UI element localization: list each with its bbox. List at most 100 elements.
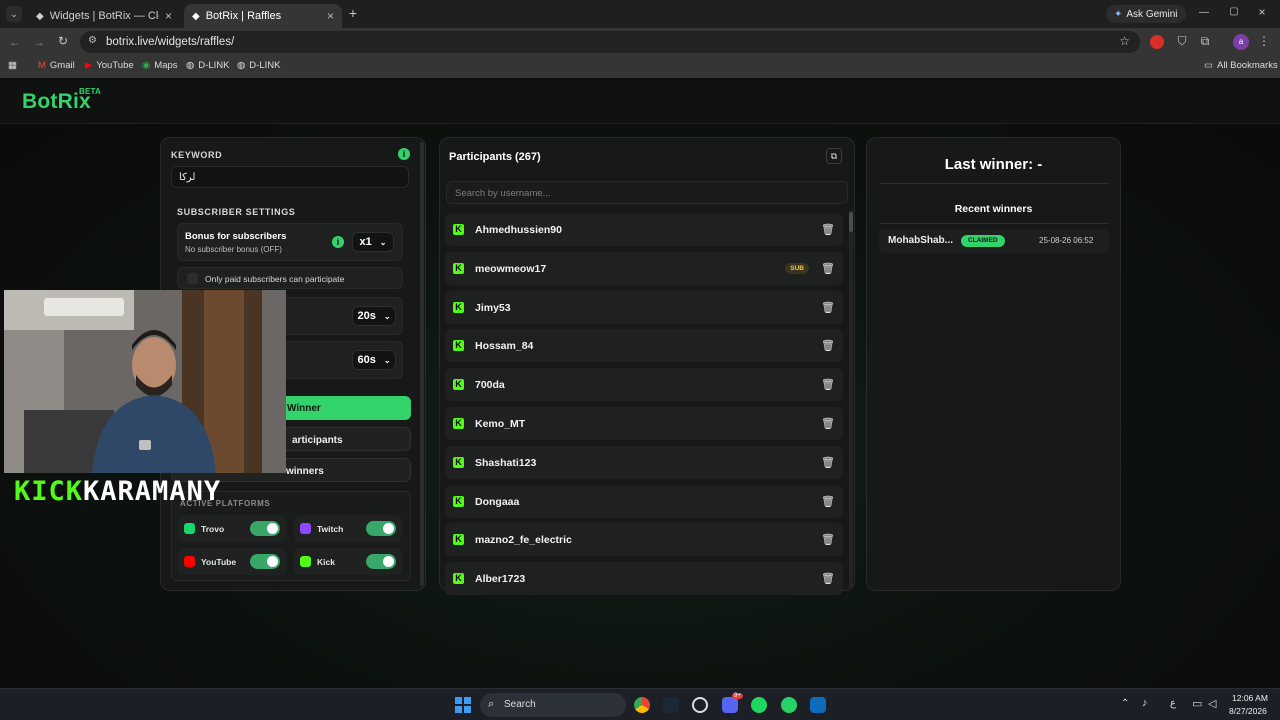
bonus-multiplier-select[interactable]: x1 ⌄ [352,232,394,252]
youtube-icon [184,556,195,567]
timer-value: 60s [357,354,376,366]
folder-icon: ▭ [1204,60,1213,71]
bookmark-dlink-2[interactable]: ◍ D-LINK [237,60,280,71]
shield-icon[interactable]: ⛉ [1175,34,1189,49]
platform-youtube: YouTube [178,548,286,575]
info-icon[interactable]: i [332,236,344,248]
microphone-icon[interactable]: ♪ [1142,697,1148,709]
bonus-card: Bonus for subscribers No subscriber bonu… [177,223,403,261]
trash-icon[interactable]: 🗑 [821,572,835,585]
volume-icon[interactable]: ◁ [1208,697,1216,710]
trash-icon[interactable]: 🗑 [821,378,835,391]
profile-avatar[interactable]: a [1233,34,1249,50]
kick-icon: K [453,573,464,584]
reload-icon[interactable]: ↻ [56,34,70,48]
participant-row[interactable]: K 700da 🗑 [445,368,843,401]
chrome-icon[interactable] [634,697,650,713]
taskbar-search-label: Search [504,699,536,710]
extension-icon[interactable] [1150,35,1164,49]
trash-icon[interactable]: 🗑 [821,262,835,275]
kick-toggle[interactable] [366,554,396,569]
participant-row[interactable]: K Jimy53 🗑 [445,291,843,324]
checkbox[interactable] [187,273,198,284]
windows-taskbar: ⌕ Search 9+ ⌃ ♪ ع ▭ ◁ 12:06 AM 8/27/2026 [0,688,1280,720]
trash-icon[interactable]: 🗑 [821,456,835,469]
forward-icon[interactable]: → [32,35,46,49]
sub-badge: SUB [785,263,809,274]
new-tab-button[interactable]: + [346,6,360,20]
start-icon[interactable] [455,697,471,713]
site-info-icon[interactable]: ⚙ [88,35,97,46]
language-indicator[interactable]: ع [1170,698,1176,709]
bookmark-youtube[interactable]: ▶ YouTube [85,60,134,71]
keyword-value: لركا [179,172,196,183]
tab-search-icon[interactable]: ⌄ [6,6,22,22]
apps-grid-icon[interactable]: ▦ [8,60,17,71]
kick-icon: K [453,302,464,313]
steam-icon[interactable] [663,697,679,713]
botrix-logo[interactable]: BotRix BETA [22,87,101,114]
close-window-icon[interactable]: × [1256,5,1268,19]
bookmark-dlink-1[interactable]: ◍ D-LINK [186,60,229,71]
clock-date[interactable]: 8/27/2026 [1229,706,1267,716]
participants-scrollbar[interactable] [849,210,853,588]
participant-search-input[interactable]: Search by username... [446,181,848,204]
close-icon[interactable]: × [327,9,334,23]
streamer-name: KARAMANY [83,476,222,507]
participant-row[interactable]: Kmeowmeow17 SUB 🗑 [445,252,843,285]
address-bar[interactable]: ⚙ botrix.live/widgets/raffles/ ☆ [80,31,1140,53]
trash-icon[interactable]: 🗑 [821,495,835,508]
app-icon[interactable] [692,697,708,713]
trash-icon[interactable]: 🗑 [821,301,835,314]
divider [879,183,1109,184]
platform-twitch: Twitch [294,515,402,542]
participant-row[interactable]: K Hossam_84 🗑 [445,329,843,362]
bookmark-label: Gmail [49,60,75,71]
tab-widgets[interactable]: ◆ Widgets | BotRix — Cloud Strea × [28,4,180,28]
menu-kebab-icon[interactable]: ⋮ [1258,34,1270,48]
participant-row[interactable]: K Kemo_MT 🗑 [445,407,843,440]
all-bookmarks[interactable]: ▭ All Bookmarks [1204,60,1278,71]
info-icon[interactable]: i [398,148,410,160]
mail-icon[interactable] [810,697,826,713]
copy-icon[interactable]: ⧉ [826,148,842,164]
participant-row[interactable]: Kmazno2_fe_electric 🗑 [445,523,843,556]
ask-gemini-button[interactable]: ✦ Ask Gemini [1106,5,1186,23]
participant-row[interactable]: K Ahmedhussien90 🗑 [445,213,843,246]
whatsapp-icon[interactable] [781,697,797,713]
minimize-icon[interactable]: — [1198,7,1210,18]
trash-icon[interactable]: 🗑 [821,417,835,430]
bookmark-maps[interactable]: ◉ Maps [142,60,178,71]
only-paid-subs-row[interactable]: Only paid subscribers can participate [177,267,403,289]
subscriber-settings-label: SUBSCRIBER SETTINGS [177,207,296,217]
timer-select-2[interactable]: 60s ⌄ [352,350,396,370]
restore-icon[interactable]: ▢ [1228,6,1240,17]
participant-row[interactable]: K Alber1723 🗑 [445,562,843,595]
participant-row[interactable]: K Dongaaa 🗑 [445,485,843,518]
timer-select-1[interactable]: 20s ⌄ [352,306,396,326]
bookmark-gmail[interactable]: M Gmail [38,60,75,71]
trash-icon[interactable]: 🗑 [821,339,835,352]
back-icon[interactable]: ← [8,35,22,49]
tab-raffles[interactable]: ◆ BotRix | Raffles × [184,4,342,28]
discord-icon[interactable] [722,697,738,713]
trovo-toggle[interactable] [250,521,280,536]
extensions-puzzle-icon[interactable]: ⧉ [1198,34,1212,49]
network-icon[interactable]: ▭ [1192,697,1202,710]
taskbar-search[interactable]: ⌕ Search [480,693,626,717]
recent-winner-row[interactable]: MohabShab... CLAIMED 25-08-26 06:52 [879,229,1109,253]
youtube-toggle[interactable] [250,554,280,569]
settings-scrollbar[interactable] [420,142,424,586]
twitch-toggle[interactable] [366,521,396,536]
chevron-up-icon[interactable]: ⌃ [1121,698,1129,709]
scrollbar-thumb[interactable] [849,212,853,232]
spotify-icon[interactable] [751,697,767,713]
clock-time[interactable]: 12:06 AM [1232,693,1268,703]
bookmark-star-icon[interactable]: ☆ [1119,34,1130,48]
keyword-input[interactable]: لركا [171,166,409,188]
close-icon[interactable]: × [165,9,172,23]
participant-row[interactable]: K Shashati123 🗑 [445,446,843,479]
trash-icon[interactable]: 🗑 [821,533,835,546]
trash-icon[interactable]: 🗑 [821,223,835,236]
gmail-icon: M [38,60,46,71]
